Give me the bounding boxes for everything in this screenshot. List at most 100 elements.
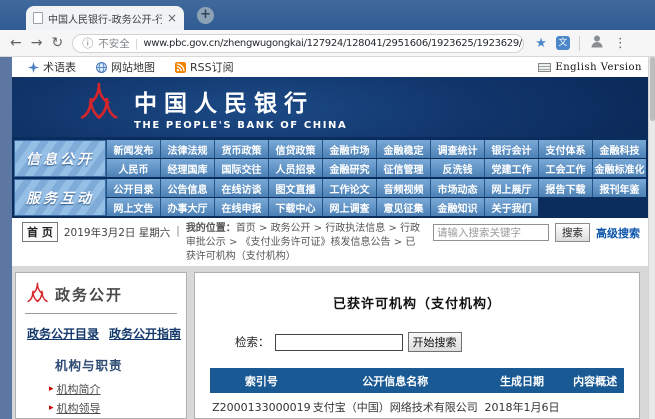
nav-item[interactable]: 意见征集 xyxy=(376,198,430,216)
nav-item[interactable]: 公开目录 xyxy=(106,179,160,197)
bookmark-star-icon[interactable]: ★ xyxy=(535,36,547,51)
browser-window: 中国人民银行-政务公开-行政执法 × + ← → ↻ ⓘ 不安全 | www.p… xyxy=(0,0,655,419)
filter-search-button[interactable]: 开始搜索 xyxy=(408,332,462,352)
sidebar-link-disclosure-guide[interactable]: 政务公开指南 xyxy=(109,325,181,342)
scrollbar-thumb[interactable] xyxy=(650,57,655,121)
nav-item[interactable]: 人民币 xyxy=(106,159,160,177)
nav-item[interactable]: 下载中心 xyxy=(268,198,322,216)
nav-label-services[interactable]: 服务互动 xyxy=(14,179,106,216)
nav-item[interactable]: 在线访谈 xyxy=(214,179,268,197)
rss-link[interactable]: RSS订阅 xyxy=(175,59,234,75)
filter-input[interactable] xyxy=(275,334,403,351)
sitemap-link[interactable]: 网站地图 xyxy=(96,59,155,75)
nav-group-info-disclosure: 信息公开 新闻发布法律法规货币政策信贷政策金融市场金融稳定调查统计银行会计支付体… xyxy=(14,140,646,177)
sidebar-section-title: 机构与职责 xyxy=(55,355,177,374)
url-divider: | xyxy=(135,37,139,50)
breadcrumb-link[interactable]: 首页 xyxy=(236,223,256,234)
table-body: Z2000133000019支付宝（中国）网络技术有限公司2018年1月6日Z2… xyxy=(210,393,624,419)
sidebar-link[interactable]: 机构简介 xyxy=(57,380,101,399)
new-tab-button[interactable]: + xyxy=(197,7,214,24)
nav-item[interactable]: 金融知识 xyxy=(430,198,484,216)
nav-row: 网上文告办事大厅在线申报下载中心网上调查意见征集金融知识关于我们 xyxy=(106,198,646,216)
english-version-link[interactable]: English Version xyxy=(538,62,642,73)
bank-name-en: THE PEOPLE'S BANK OF CHINA xyxy=(134,120,347,131)
browser-menu-icon[interactable]: ⋮ xyxy=(614,36,627,51)
site-search-button[interactable]: 搜索 xyxy=(555,223,590,242)
toolbar-separator xyxy=(579,36,580,51)
filter-label: 检索： xyxy=(235,334,270,350)
nav-item[interactable]: 网上文告 xyxy=(106,198,160,216)
nav-item[interactable]: 关于我们 xyxy=(484,198,538,216)
sidebar-item[interactable]: ▸机构简介 xyxy=(49,380,177,399)
breadcrumb-link[interactable]: 《支付业务许可证》核发信息公告 xyxy=(241,237,391,248)
sidebar-link-disclosure-catalog[interactable]: 政务公开目录 xyxy=(27,325,99,342)
nav-item[interactable]: 信贷政策 xyxy=(268,140,322,158)
reload-button[interactable]: ↻ xyxy=(51,36,63,50)
page-area: 术语表 网站地图 RSS订阅 English Version 人人人 xyxy=(0,57,655,419)
nav-item[interactable]: 银行会计 xyxy=(484,140,538,158)
site-search-input[interactable] xyxy=(433,224,549,241)
tab-close-icon[interactable]: × xyxy=(167,12,177,24)
advanced-search-link[interactable]: 高级搜索 xyxy=(596,225,640,241)
nav-item[interactable]: 网上展厅 xyxy=(484,179,538,197)
bank-name-cn: 中国人民银行 xyxy=(134,84,347,118)
nav-item[interactable]: 法律法规 xyxy=(160,140,214,158)
nav-item[interactable]: 金融市场 xyxy=(322,140,376,158)
nav-item[interactable]: 征信管理 xyxy=(376,159,430,177)
breadcrumb-link[interactable]: 行政执法信息 xyxy=(325,223,385,234)
nav-item[interactable]: 公告信息 xyxy=(160,179,214,197)
nav-item[interactable]: 金融稳定 xyxy=(376,140,430,158)
nav-item[interactable]: 金融研究 xyxy=(322,159,376,177)
nav-item[interactable]: 工会工作 xyxy=(538,159,592,177)
nav-item[interactable]: 人员招录 xyxy=(268,159,322,177)
nav-item[interactable]: 调查统计 xyxy=(430,140,484,158)
nav-item[interactable]: 党建工作 xyxy=(484,159,538,177)
current-date: 2019年3月2日 星期六 xyxy=(64,225,170,240)
nav-item[interactable]: 新闻发布 xyxy=(106,140,160,158)
pbc-logo-icon: 人人人 xyxy=(80,86,118,128)
nav-item[interactable]: 国际交往 xyxy=(214,159,268,177)
url-bar[interactable]: ⓘ 不安全 | www.pbc.gov.cn/zhengwugongkai/12… xyxy=(72,34,524,53)
nav-item[interactable]: 支付体系 xyxy=(538,140,592,158)
sidebar-item[interactable]: ▸机构领导 xyxy=(49,399,177,418)
page-left-margin xyxy=(0,57,12,419)
nav-item[interactable]: 网上调查 xyxy=(322,198,376,216)
breadcrumb-bar: 首 页 2019年3月2日 星期六 | 我的位置：首页 > 政务公开 > 行政执… xyxy=(12,218,648,266)
breadcrumb-link[interactable]: 政务公开 xyxy=(271,223,311,234)
profile-avatar-icon[interactable] xyxy=(589,33,605,53)
home-button[interactable]: 首 页 xyxy=(22,222,58,242)
browser-tab[interactable]: 中国人民银行-政务公开-行政执法 × xyxy=(26,6,184,30)
nav-item[interactable]: 在线申报 xyxy=(214,198,268,216)
breadcrumb-separator: > xyxy=(226,237,241,248)
back-button[interactable]: ← xyxy=(10,36,22,50)
nav-row: 公开目录公告信息在线访谈图文直播工作论文音频视频市场动态网上展厅报告下载报刊年鉴 xyxy=(106,179,646,197)
nav-item[interactable]: 反洗钱 xyxy=(430,159,484,177)
breadcrumb-separator: > xyxy=(391,237,406,248)
nav-group-services: 服务互动 公开目录公告信息在线访谈图文直播工作论文音频视频市场动态网上展厅报告下… xyxy=(14,179,646,216)
browser-titlebar: 中国人民银行-政务公开-行政执法 × + xyxy=(0,0,655,30)
nav-item[interactable]: 办事大厅 xyxy=(160,198,214,216)
nav-item[interactable]: 货币政策 xyxy=(214,140,268,158)
nav-item[interactable]: 经理国库 xyxy=(160,159,214,177)
nav-item[interactable]: 图文直播 xyxy=(268,179,322,197)
nav-item[interactable]: 市场动态 xyxy=(430,179,484,197)
nav-item[interactable]: 报刊年鉴 xyxy=(592,179,646,197)
forward-button[interactable]: → xyxy=(31,36,43,50)
glossary-link[interactable]: 术语表 xyxy=(28,59,76,75)
table-row[interactable]: Z2000133000019支付宝（中国）网络技术有限公司2018年1月6日 xyxy=(210,393,624,419)
nav-row: 人民币经理国库国际交往人员招录金融研究征信管理反洗钱党建工作工会工作金融标准化 xyxy=(106,159,646,177)
info-icon[interactable]: ⓘ xyxy=(82,35,93,51)
sidebar-link[interactable]: 机构领导 xyxy=(57,399,101,418)
table-cell: 支付宝（中国）网络技术有限公司 xyxy=(313,393,478,419)
nav-item[interactable]: 音频视频 xyxy=(376,179,430,197)
nav-item[interactable]: 报告下载 xyxy=(538,179,592,197)
nav-item[interactable]: 金融标准化 xyxy=(592,159,646,177)
breadcrumb-pipe: | xyxy=(176,225,180,237)
page-scrollbar[interactable] xyxy=(648,57,655,419)
nav-item[interactable]: 工作论文 xyxy=(322,179,376,197)
site-content: 术语表 网站地图 RSS订阅 English Version 人人人 xyxy=(12,57,648,419)
translate-icon[interactable]: 文 xyxy=(556,36,570,50)
content-area: 人人人 政务公开 政务公开目录 政务公开指南 机构与职责 ▸机构简介▸机构领导▸… xyxy=(12,266,648,419)
nav-item[interactable]: 金融科技 xyxy=(592,140,646,158)
nav-label-info-disclosure[interactable]: 信息公开 xyxy=(14,140,106,177)
